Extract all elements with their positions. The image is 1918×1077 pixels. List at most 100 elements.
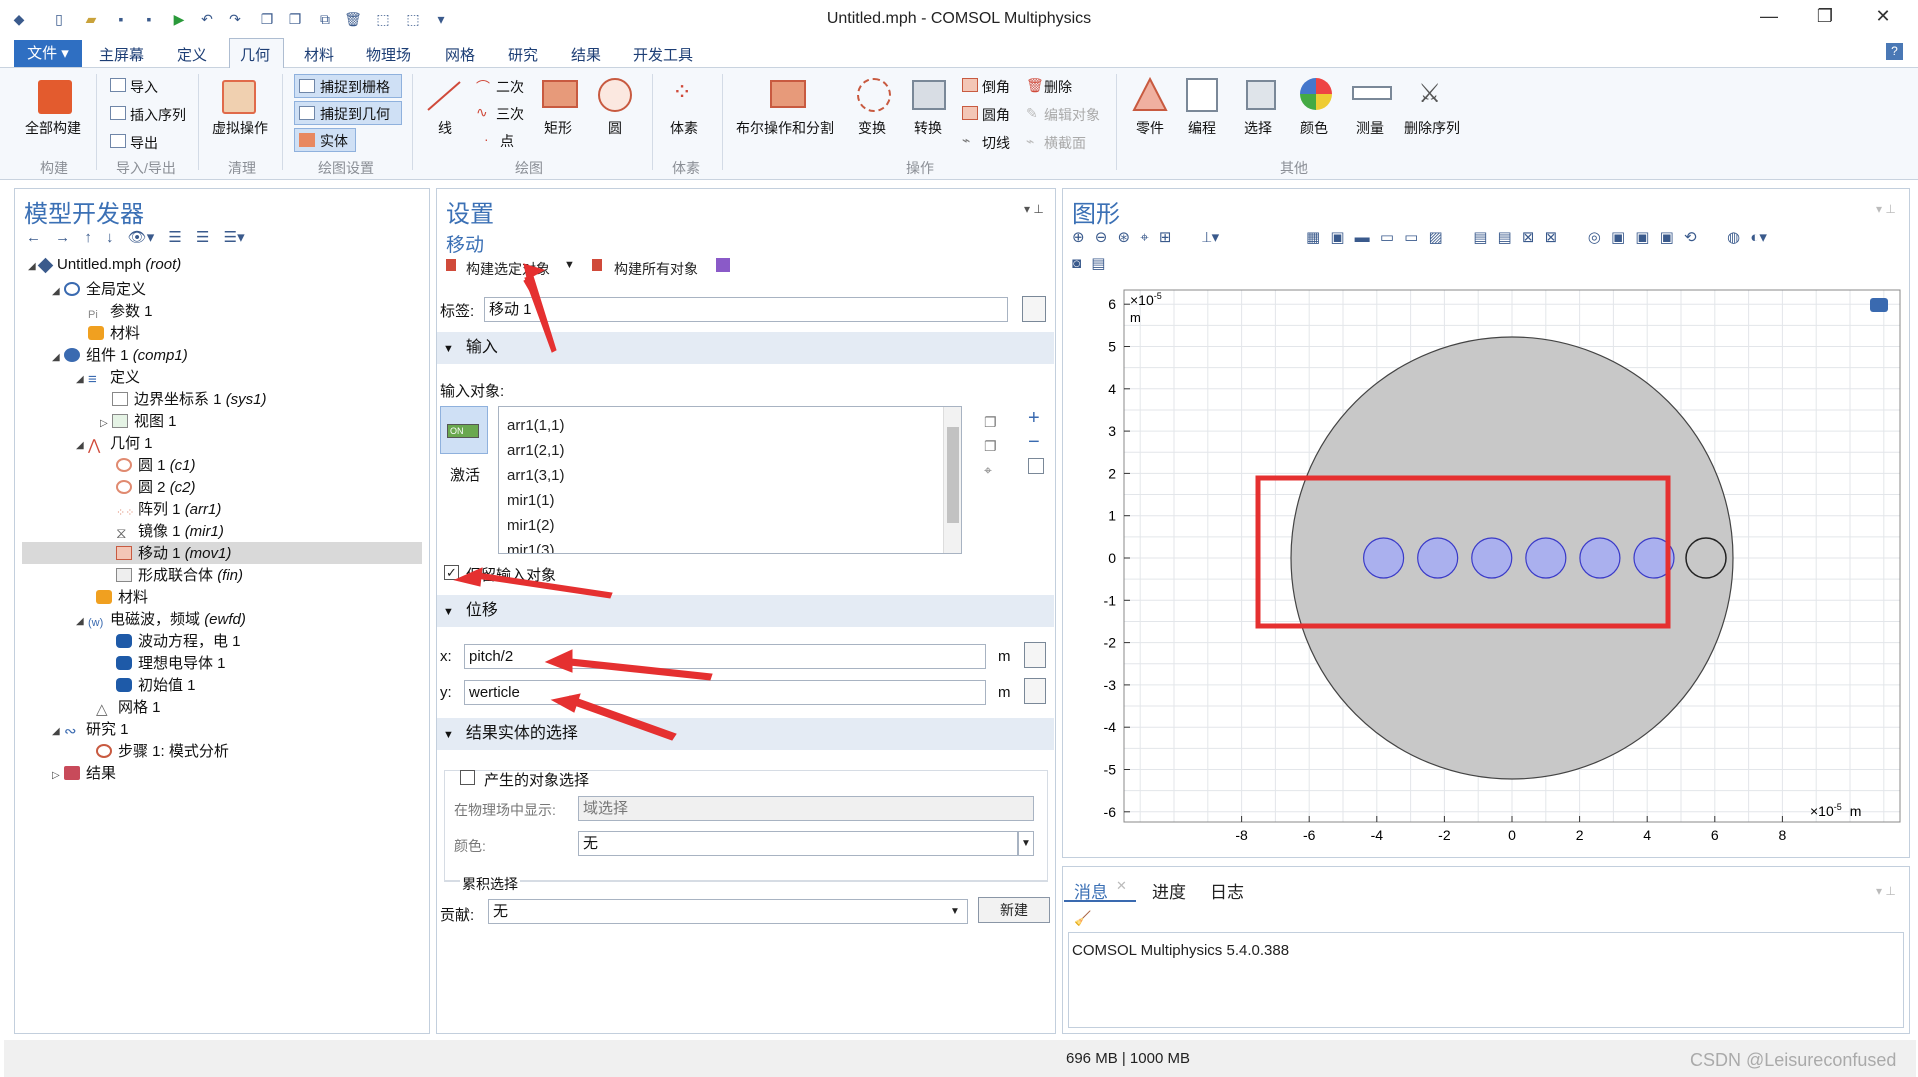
line-button[interactable]: 线 (438, 118, 452, 138)
tree-node-ewfd[interactable]: ◢ (w) 电磁波，频域 (ewfd) (76, 608, 246, 630)
transform-button[interactable]: 变换 (858, 118, 886, 138)
color-dropdown-icon[interactable]: ▼ (1018, 831, 1034, 856)
file-menu-button[interactable]: 文件 ▾ (14, 40, 82, 67)
quadratic-button[interactable]: 二次 (496, 77, 524, 97)
boolean-button[interactable]: 布尔操作和分割 (736, 118, 834, 138)
tree-toolbar[interactable]: ← → ↑ ↓ 👁▾ ☰ ☰ ☰▾ (26, 228, 245, 246)
graphics-canvas[interactable]: 6543210-1-2-3-4-5-6 -8 -6 -4 -2 0 2 4 6 8 ×10-5 … (1064, 282, 1908, 852)
import-button[interactable]: 导入 (130, 77, 158, 97)
virtual-ops-button[interactable]: 虚拟操作 (212, 118, 268, 138)
tree-node-pec[interactable]: 理想电导体 1 (116, 652, 226, 674)
graphics-toolbar-zoom[interactable]: ⊕ ⊖ ⊛ ⌖ ⊞ ⟂▾ (1072, 228, 1219, 246)
tangent-button[interactable]: 切线 (982, 133, 1010, 153)
selection-button[interactable]: 选择 (1244, 118, 1272, 138)
tree-node-initial-values[interactable]: 初始值 1 (116, 674, 196, 696)
graphics-toolbar-export[interactable]: ◙ ▤ (1072, 254, 1105, 272)
tab-geometry[interactable]: 几何 (240, 44, 270, 65)
measure-button[interactable]: 测量 (1356, 118, 1384, 138)
programming-button[interactable]: 编程 (1188, 118, 1216, 138)
view-cube-icon[interactable] (1870, 298, 1888, 312)
list-zoom-icon[interactable] (1028, 458, 1044, 474)
close-button[interactable]: ✕ (1866, 6, 1900, 30)
tree-node-results[interactable]: ▷ 结果 (52, 762, 116, 784)
list-item[interactable]: mir1(1) (507, 488, 565, 513)
tree-node-root[interactable]: ◢ Untitled.mph (root) (28, 256, 181, 278)
cubic-button[interactable]: 三次 (496, 104, 524, 124)
contribute-dropdown-icon[interactable]: ▼ (950, 906, 960, 917)
build-all-objects-button[interactable]: 构建所有对象 (614, 259, 698, 279)
list-item[interactable]: arr1(3,1) (507, 463, 565, 488)
tree-node-global-defs[interactable]: ◢ 全局定义 (52, 278, 146, 300)
edit-object-button[interactable]: 编辑对象 (1044, 105, 1100, 125)
list-item[interactable]: arr1(1,1) (507, 413, 565, 438)
new-button[interactable]: 新建 (978, 897, 1050, 923)
tab-home[interactable]: 主屏幕 (99, 44, 144, 65)
export-button[interactable]: 导出 (130, 133, 158, 153)
label-edit-icon[interactable] (1022, 296, 1046, 322)
x-input[interactable]: pitch/2 (464, 644, 986, 669)
help-icon[interactable]: ? (1886, 43, 1903, 60)
tree-node-component[interactable]: ◢ 组件 1 (comp1) (52, 344, 188, 366)
tree-node-parameters[interactable]: Pi 参数 1 (88, 300, 153, 322)
tree-node-circle-2[interactable]: 圆 2 (c2) (116, 476, 196, 498)
resulting-selection-checkbox[interactable] (460, 770, 475, 785)
tree-node-wave-equation[interactable]: 波动方程，电 1 (116, 630, 241, 652)
list-tools[interactable]: ❐ ❐ ⌖ (984, 410, 997, 482)
circle-button[interactable]: 圆 (608, 118, 622, 138)
selected-circle[interactable] (1525, 537, 1567, 579)
selected-circle[interactable] (1417, 537, 1459, 579)
tab-results[interactable]: 结果 (571, 44, 601, 65)
tree-node-view[interactable]: ▷ 视图 1 (100, 410, 177, 432)
tab-definitions[interactable]: 定义 (177, 44, 207, 65)
tab-mesh[interactable]: 网格 (445, 44, 475, 65)
tree-node-study-step[interactable]: 步骤 1: 模式分析 (96, 740, 229, 762)
chamfer-button[interactable]: 倒角 (982, 77, 1010, 97)
list-add-remove[interactable]: + − (1028, 406, 1040, 454)
tab-physics[interactable]: 物理场 (366, 44, 411, 65)
delete-button[interactable]: 删除 (1044, 77, 1072, 97)
keep-input-checkbox[interactable]: ✓ (444, 565, 459, 580)
list-scrollbar[interactable] (943, 407, 961, 553)
scroll-thumb[interactable] (947, 427, 959, 523)
tree-node-materials[interactable]: 材料 (96, 586, 148, 608)
selected-circle[interactable] (1579, 537, 1621, 579)
selected-circle[interactable] (1471, 537, 1513, 579)
rectangle-button[interactable]: 矩形 (544, 118, 572, 138)
color-select[interactable]: 无 (578, 831, 1018, 856)
show-in-physics-select[interactable]: 域选择 (578, 796, 1034, 821)
list-item[interactable]: mir1(3) (507, 538, 565, 553)
tree-node-form-union[interactable]: 形成联合体 (fin) (116, 564, 243, 586)
y-input[interactable]: werticle (464, 680, 986, 705)
tab-progress[interactable]: 进度 (1152, 878, 1186, 903)
tree-node-geometry[interactable]: ◢ ⋀ 几何 1 (76, 432, 153, 454)
messages-pin-icon[interactable]: ▾ ⊥ (1876, 884, 1896, 898)
tree-node-materials-global[interactable]: 材料 (88, 322, 140, 344)
label-input[interactable]: 移动 1 (484, 297, 1008, 322)
build-all-button[interactable]: 全部构建 (25, 118, 81, 138)
x-expression-icon[interactable] (1024, 642, 1046, 668)
selected-circle[interactable] (1363, 537, 1405, 579)
list-item[interactable]: arr1(2,1) (507, 438, 565, 463)
contribute-select[interactable]: 无 (488, 899, 968, 924)
restore-button[interactable]: ❐ (1808, 6, 1842, 30)
section-result-selection[interactable]: ▼ 结果实体的选择 (437, 718, 1054, 750)
tree-node-mirror[interactable]: ⧖ 镜像 1 (mir1) (116, 520, 224, 542)
y-expression-icon[interactable] (1024, 678, 1046, 704)
point-button[interactable]: 点 (500, 131, 514, 151)
build-selected-dropdown[interactable]: ▼ (564, 259, 575, 271)
tree-node-array[interactable]: ⁘⁘ 阵列 1 (arr1) (116, 498, 221, 520)
convert-button[interactable]: 转换 (914, 118, 942, 138)
tree-node-circle-1[interactable]: 圆 1 (c1) (116, 454, 196, 476)
close-tab-icon[interactable]: ✕ (1116, 878, 1127, 894)
build-selected-button[interactable]: 构建选定对象 (466, 259, 550, 279)
tab-messages[interactable]: 消息 (1074, 878, 1108, 903)
build-settings-icon[interactable] (716, 258, 730, 272)
tree-node-definitions[interactable]: ◢ ≡ 定义 (76, 366, 140, 388)
tree-node-mesh[interactable]: △ 网格 1 (96, 696, 161, 718)
section-input[interactable]: ▼ 输入 (437, 332, 1054, 364)
minimize-button[interactable]: — (1752, 6, 1786, 30)
tree-node-boundary-system[interactable]: 边界坐标系 1 (sys1) (112, 388, 267, 410)
clear-messages-icon[interactable]: 🧹 (1074, 910, 1091, 927)
list-item[interactable]: mir1(2) (507, 513, 565, 538)
graphics-pin-icon[interactable]: ▾ ⊥ (1876, 202, 1896, 216)
